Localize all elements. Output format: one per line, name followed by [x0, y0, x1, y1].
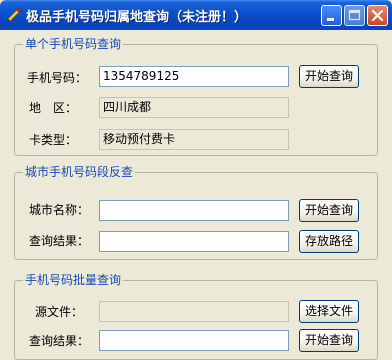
city-name-label: 城市名称：	[29, 203, 90, 217]
minimize-button[interactable]	[321, 5, 342, 26]
city-result-input[interactable]	[99, 231, 289, 252]
city-lookup-group: 城市手机号码段反查 城市名称： 开始查询 查询结果： 存放路径	[14, 165, 378, 260]
app-icon	[6, 6, 22, 22]
title-bar[interactable]: 极品手机号码归属地查询（未注册！）	[0, 0, 392, 30]
phone-input[interactable]: 1354789125	[99, 66, 289, 87]
single-start-query-button[interactable]: 开始查询	[299, 65, 359, 88]
batch-query-group: 手机号码批量查询 源文件： 选择文件 查询结果： 开始查询	[14, 273, 378, 360]
single-query-group-title: 单个手机号码查询	[23, 37, 124, 51]
city-start-query-button[interactable]: 开始查询	[299, 199, 359, 222]
area-field: 四川成都	[99, 97, 289, 118]
choose-file-button[interactable]: 选择文件	[299, 300, 359, 323]
city-lookup-group-title: 城市手机号码段反查	[23, 165, 136, 179]
source-file-label: 源文件：	[35, 305, 84, 319]
batch-result-label: 查询结果：	[29, 334, 90, 348]
main-window: 极品手机号码归属地查询（未注册！） 单个手机号码查询 手机号码： 1354789…	[0, 0, 392, 360]
batch-result-input[interactable]	[99, 330, 289, 351]
window-title: 极品手机号码归属地查询（未注册！）	[26, 10, 248, 25]
card-type-field: 移动预付费卡	[99, 129, 289, 150]
area-label: 地 区：	[29, 101, 78, 115]
city-name-input[interactable]	[99, 200, 289, 221]
single-query-group: 单个手机号码查询 手机号码： 1354789125 开始查询 地 区： 四川成都…	[14, 37, 378, 156]
close-button[interactable]	[367, 5, 388, 26]
minimize-icon	[327, 18, 334, 21]
phone-label: 手机号码：	[27, 71, 88, 85]
save-path-button[interactable]: 存放路径	[299, 230, 359, 253]
maximize-icon	[348, 9, 361, 21]
close-icon	[371, 9, 384, 22]
city-result-label: 查询结果：	[29, 234, 90, 248]
source-file-field	[99, 301, 289, 322]
batch-query-group-title: 手机号码批量查询	[23, 273, 124, 287]
maximize-button[interactable]	[344, 5, 365, 26]
batch-start-query-button[interactable]: 开始查询	[299, 329, 359, 352]
card-type-label: 卡类型：	[29, 133, 78, 147]
